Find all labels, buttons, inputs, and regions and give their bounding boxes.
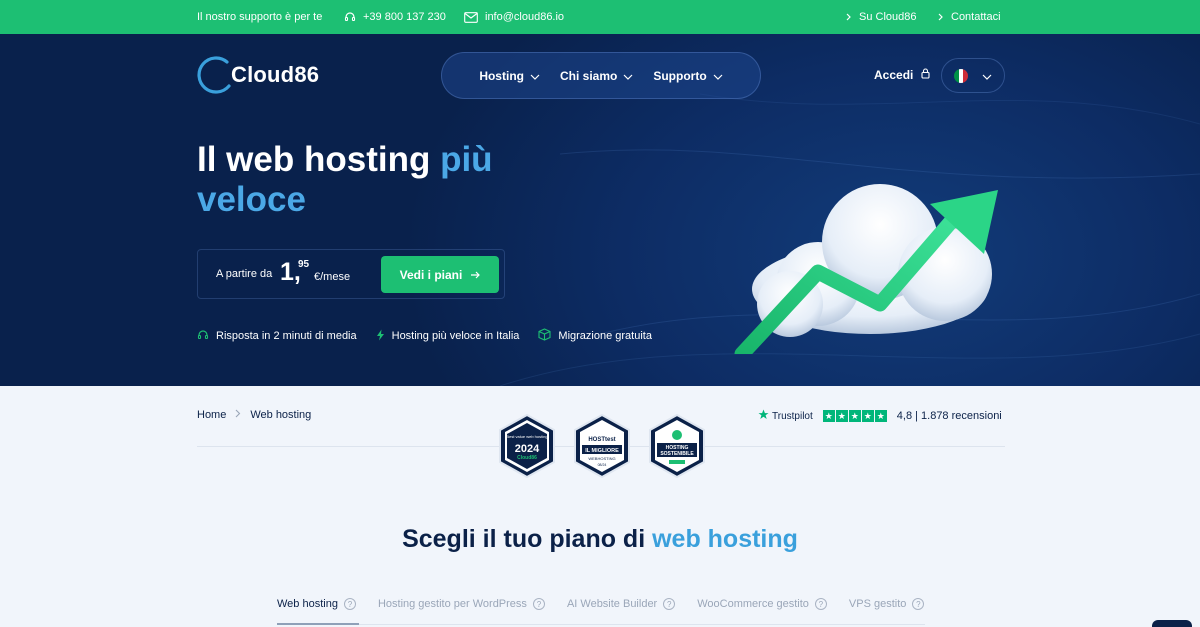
svg-text:IL MIGLIORE: IL MIGLIORE: [585, 448, 619, 454]
nav-hosting[interactable]: Hosting: [479, 69, 540, 83]
svg-text:Best value web hosting: Best value web hosting: [506, 434, 547, 439]
nav-label: Supporto: [653, 68, 707, 83]
cloud86-logo[interactable]: Cloud86: [197, 54, 319, 96]
svg-text:HOSTtest: HOSTtest: [588, 437, 615, 443]
help-icon[interactable]: ?: [532, 598, 545, 610]
breadcrumb-current: Web hosting: [250, 409, 312, 421]
price-unit: €/mese: [314, 271, 351, 283]
nav-label: Hosting: [479, 68, 524, 83]
hero-title: Il web hosting più veloce: [197, 140, 493, 219]
view-plans-button[interactable]: Vedi i piani: [381, 256, 499, 293]
award-badge-2024: Best value web hosting 2024 Cloud86: [499, 413, 555, 479]
language-selector[interactable]: [941, 58, 1005, 93]
chevron-right-icon: [938, 13, 944, 21]
tabs-divider: [277, 624, 925, 625]
chevron-down-icon: [713, 69, 723, 83]
link-label: Contattaci: [951, 11, 1001, 23]
star-icon: ★: [848, 410, 861, 422]
hero-section: Cloud86 Hosting Chi siamo Supporto Acced…: [0, 34, 1200, 386]
plan-tabs: Web hosting? Hosting gestito per WordPre…: [277, 598, 925, 610]
feature-item: Hosting più veloce in Italia: [376, 328, 519, 344]
trustpilot-stars: ★ ★ ★ ★ ★: [822, 410, 887, 422]
tab-wordpress[interactable]: Hosting gestito per WordPress?: [378, 598, 545, 610]
price-from-label: A partire da: [216, 268, 273, 280]
chevron-right-icon: [846, 13, 852, 21]
phone-number: +39 800 137 230: [363, 11, 446, 23]
phone-link[interactable]: +39 800 137 230: [344, 0, 446, 34]
chevron-down-icon: [530, 69, 540, 83]
lightning-icon: [376, 329, 385, 344]
logo-text: Cloud86: [231, 62, 320, 87]
chevron-down-icon: [982, 67, 992, 85]
login-button[interactable]: Accedi: [874, 68, 930, 82]
svg-text:SOSTENIBILE: SOSTENIBILE: [660, 451, 694, 457]
svg-text:WEBHOSTING: WEBHOSTING: [588, 456, 615, 461]
svg-text:08/24: 08/24: [598, 463, 607, 467]
login-label: Accedi: [874, 68, 914, 82]
active-tab-indicator: [277, 623, 359, 625]
chevron-down-icon: [623, 69, 633, 83]
tab-ai-website-builder[interactable]: AI Website Builder?: [567, 598, 676, 610]
cta-label: Vedi i piani: [399, 267, 463, 282]
breadcrumb-home[interactable]: Home: [197, 409, 226, 421]
rating-text: 4,8 | 1.878 recensioni: [896, 410, 1002, 422]
link-label: Su Cloud86: [859, 11, 917, 23]
headset-icon: [344, 11, 356, 23]
feature-item: Migrazione gratuita: [538, 328, 652, 344]
help-icon[interactable]: ?: [814, 598, 827, 610]
tab-web-hosting[interactable]: Web hosting?: [277, 598, 356, 610]
main-nav: Hosting Chi siamo Supporto: [441, 52, 761, 99]
award-badge-sustainable: HOSTING SOSTENIBILE: [649, 413, 705, 479]
tab-vps[interactable]: VPS gestito?: [849, 598, 925, 610]
help-icon[interactable]: ?: [663, 598, 676, 610]
star-icon: ★: [835, 410, 848, 422]
box-icon: [538, 328, 551, 344]
chat-widget-button[interactable]: [1152, 620, 1192, 627]
breadcrumb: Home Web hosting: [197, 409, 311, 421]
trustpilot-logo: Trustpilot: [758, 409, 813, 423]
nav-label: Chi siamo: [559, 68, 618, 83]
italy-flag-icon: [954, 68, 968, 83]
feature-item: Risposta in 2 minuti di media: [197, 328, 357, 344]
star-icon: ★: [874, 410, 887, 422]
support-label: Il nostro supporto è per te: [197, 11, 323, 23]
help-icon[interactable]: ?: [343, 598, 356, 610]
trustpilot-widget[interactable]: Trustpilot ★ ★ ★ ★ ★ 4,8 | 1.878 recensi…: [758, 409, 1002, 423]
help-icon[interactable]: ?: [912, 598, 925, 610]
star-icon: ★: [822, 410, 835, 422]
tab-woocommerce[interactable]: WooCommerce gestito?: [697, 598, 827, 610]
cloud-growth-illustration: [734, 184, 998, 354]
email-link[interactable]: info@cloud86.io: [464, 0, 564, 34]
chevron-right-icon: [235, 409, 241, 421]
hero-features: Risposta in 2 minuti di media Hosting pi…: [197, 328, 652, 344]
email-address: info@cloud86.io: [485, 11, 565, 23]
support-text: Il nostro supporto è per te: [197, 0, 322, 34]
mail-icon: [464, 11, 478, 23]
logo-ring-icon: [197, 54, 237, 96]
svg-text:Cloud86: Cloud86: [517, 455, 537, 461]
arrow-right-icon: [470, 268, 481, 282]
price-decimal: 95: [298, 259, 310, 270]
headset-icon: [197, 329, 209, 344]
svg-text:2024: 2024: [515, 443, 540, 455]
star-icon: ★: [861, 410, 874, 422]
award-badge-hosttest: HOSTtest IL MIGLIORE WEBHOSTING 08/24: [574, 413, 630, 479]
leaf-icon: [672, 430, 682, 440]
link-contattaci[interactable]: Contattaci: [938, 0, 1001, 34]
nav-supporto[interactable]: Supporto: [653, 68, 723, 83]
top-bar: Il nostro supporto è per te +39 800 137 …: [0, 0, 1200, 34]
lock-icon: [921, 68, 930, 82]
trustpilot-star-icon: [758, 409, 769, 423]
nav-chi-siamo[interactable]: Chi siamo: [560, 69, 633, 83]
link-su-cloud86[interactable]: Su Cloud86: [846, 0, 917, 34]
award-badges: Best value web hosting 2024 Cloud86 HOST…: [497, 413, 707, 479]
plans-title: Scegli il tuo piano di web hosting: [402, 525, 798, 553]
